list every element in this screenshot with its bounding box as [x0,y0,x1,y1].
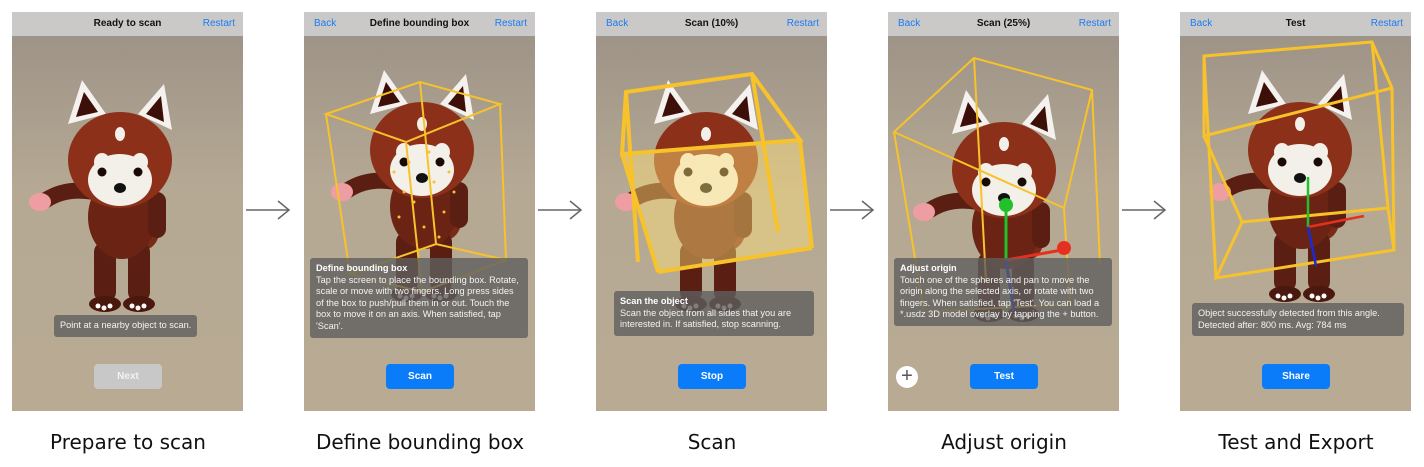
message-body: Touch one of the spheres and pan to move… [900,274,1100,320]
step-caption: Define bounding box [315,430,525,454]
restart-button[interactable]: Restart [495,18,527,29]
camera-view [888,12,1119,411]
arrow-right-icon [830,200,875,220]
nav-bar: Ready to scan Restart [12,12,243,36]
stop-button[interactable]: Stop [678,364,746,389]
camera-view [12,12,243,411]
arrow-right-icon [246,200,291,220]
message-body: Scan the object from all sides that you … [620,307,792,330]
restart-button[interactable]: Restart [1079,18,1111,29]
camera-view [304,12,535,411]
instruction-message: Adjust origin Touch one of the spheres a… [894,258,1112,326]
test-button[interactable]: Test [970,364,1038,389]
share-button[interactable]: Share [1262,364,1330,389]
screen-scan: Back Scan (10%) Restart Scan the object … [596,12,827,411]
arrow-right-icon [538,200,583,220]
message-title: Scan the object [620,296,688,306]
restart-button[interactable]: Restart [203,18,235,29]
restart-button[interactable]: Restart [1371,18,1403,29]
step-caption: Test and Export [1218,430,1374,454]
camera-view [1180,12,1411,411]
step-caption: Prepare to scan [50,430,206,454]
message-body: Object successfully detected from this a… [1198,308,1380,330]
instruction-message: Define bounding box Tap the screen to pl… [310,258,528,338]
camera-view [596,12,827,411]
nav-bar: Back Test Restart [1180,12,1411,36]
next-button[interactable]: Next [94,364,162,389]
message-title: Adjust origin [900,263,957,273]
screen-test-and-export: Back Test Restart Object successfully de… [1180,12,1411,411]
message-body: Point at a nearby object to scan. [60,320,192,330]
add-model-button[interactable]: + [896,366,918,388]
scan-button[interactable]: Scan [386,364,454,389]
nav-bar: Back Scan (25%) Restart [888,12,1119,36]
step-caption: Scan [687,430,737,454]
nav-bar: Back Define bounding box Restart [304,12,535,36]
screen-define-bounding-box: Back Define bounding box Restart Define … [304,12,535,411]
screen-prepare-to-scan: Ready to scan Restart Point at a nearby … [12,12,243,411]
instruction-message: Object successfully detected from this a… [1192,303,1404,337]
step-caption: Adjust origin [941,430,1067,454]
instruction-message: Point at a nearby object to scan. [54,315,198,337]
restart-button[interactable]: Restart [787,18,819,29]
screen-adjust-origin: Back Scan (25%) Restart Adjust origin To… [888,12,1119,411]
message-title: Define bounding box [316,263,408,273]
nav-bar: Back Scan (10%) Restart [596,12,827,36]
instruction-message: Scan the object Scan the object from all… [614,291,814,336]
arrow-right-icon [1122,200,1167,220]
message-body: Tap the screen to place the bounding box… [316,274,519,331]
